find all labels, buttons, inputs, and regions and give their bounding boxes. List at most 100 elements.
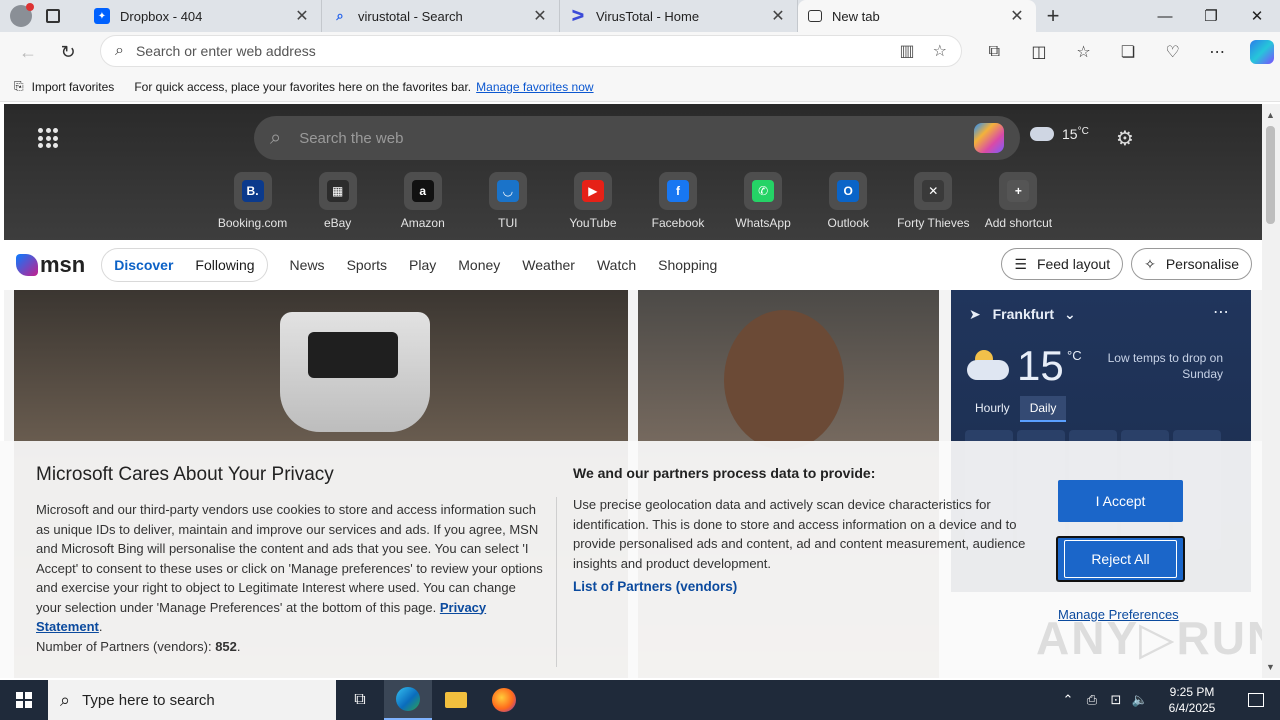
search-icon: ⌕ [115,42,124,59]
shortcut-amazon[interactable]: a Amazon [380,172,465,230]
shortcut-forty-thieves[interactable]: ✕ Forty Thieves [891,172,976,230]
favorites-bar: ⎘ Import favorites For quick access, pla… [0,72,1280,102]
nav-watch[interactable]: Watch [597,257,636,273]
vertical-scrollbar[interactable]: ▲ ▼ [1262,104,1280,678]
chevron-up-icon[interactable]: ⌃ [1056,692,1080,708]
shortcut-outlook[interactable]: O Outlook [806,172,891,230]
tab-actions-icon[interactable] [46,9,60,23]
feed-layout-label: Feed layout [1036,256,1111,272]
hero-section: ⌕ Search the web 15°C ⚙ B. Booking.com ▦ eB… [4,104,1262,240]
task-view-button[interactable]: ⧉ [336,680,384,720]
scrollbar-thumb[interactable] [1266,126,1275,224]
refresh-button[interactable]: ↻ [48,32,88,72]
msn-categories: News Sports Play Money Weather Watch Shopping [290,257,718,273]
close-window-button[interactable]: ✕ [1234,0,1280,32]
network-icon[interactable]: ⊡ [1104,692,1128,708]
start-button[interactable] [0,680,48,720]
shortcut-add-shortcut[interactable]: + Add shortcut [976,172,1061,230]
clock[interactable]: 9:25 PM 6/4/2025 [1152,684,1232,716]
volume-icon[interactable]: 🔈 [1128,692,1152,708]
shortcut-tui[interactable]: ◡ TUI [465,172,550,230]
virustotal-icon: ᐳ [571,8,585,25]
close-icon[interactable]: ✕ [769,6,787,26]
address-bar[interactable]: ⌕ Search or enter web address ▥ ☆ [100,35,962,67]
taskbar-file-explorer[interactable] [432,680,480,720]
nav-play[interactable]: Play [409,257,436,273]
scroll-down-icon[interactable]: ▼ [1266,662,1275,672]
profile-avatar[interactable] [10,3,34,27]
clock-date: 6/4/2025 [1168,701,1216,715]
reject-all-button[interactable]: Reject All [1056,536,1185,582]
notifications-button[interactable] [1232,693,1280,707]
minimize-button[interactable]: — [1142,0,1188,32]
tab-virustotal-home[interactable]: ᐳ VirusTotal - Home ✕ [560,0,798,32]
taskbar-edge[interactable] [384,680,432,720]
manage-favorites-link[interactable]: Manage favorites now [476,80,593,94]
shortcut-ebay[interactable]: ▦ eBay [295,172,380,230]
search-icon: ⌕ [336,8,344,23]
manage-preferences-link[interactable]: Manage Preferences [1058,607,1179,622]
scroll-up-icon[interactable]: ▲ [1266,110,1275,120]
taskbar-firefox[interactable] [480,680,528,720]
tab-discover[interactable]: Discover [114,257,173,273]
close-icon[interactable]: ✕ [531,6,549,26]
personalise-button[interactable]: ✧ Personalise [1131,248,1252,280]
extensions-icon[interactable]: ⧉ [972,43,1017,61]
shortcut-tile: ✆ [744,172,783,210]
immersive-reader-icon[interactable]: ▥ [900,41,915,61]
shortcut-icon: ✕ [922,180,945,202]
shortcut-youtube[interactable]: ▶ YouTube [550,172,635,230]
tab-dropbox[interactable]: ✦ Dropbox - 404 ✕ [84,0,322,32]
task-view-icon: ⧉ [354,691,366,708]
privacy-title: Microsoft Cares About Your Privacy [36,464,334,485]
tab-virustotal-search[interactable]: ⌕ virustotal - Search ✕ [322,0,560,32]
msn-nav-bar: msn Discover Following News Sports Play Mon… [4,240,1262,290]
import-favorites-button[interactable]: ⎘ Import favorites [14,79,114,94]
taskbar-search[interactable]: ⌕ Type here to search [48,680,336,720]
close-icon[interactable]: ✕ [1008,6,1026,26]
nav-sports[interactable]: Sports [347,257,387,273]
privacy-text: Microsoft and our third-party vendors us… [36,502,543,615]
shortcut-label: YouTube [569,216,617,230]
import-icon: ⎘ [14,79,24,93]
favorite-star-icon[interactable]: ☆ [933,41,947,61]
more-options-icon[interactable]: ⋯ [1213,302,1229,322]
tab-new-tab[interactable]: New tab ✕ [798,0,1036,32]
tab-daily[interactable]: Daily [1019,396,1067,422]
close-icon[interactable]: ✕ [293,6,311,26]
shortcut-icon: O [837,180,860,202]
collections-icon[interactable]: ❏ [1106,42,1151,62]
copilot-button[interactable] [1240,40,1280,64]
favorites-icon[interactable]: ☆ [1061,42,1106,62]
shortcut-facebook[interactable]: f Facebook [635,172,720,230]
tab-hourly[interactable]: Hourly [965,396,1020,422]
nav-news[interactable]: News [290,257,325,273]
shortcut-booking-com[interactable]: B. Booking.com [210,172,295,230]
apps-launcher-icon[interactable] [38,128,58,148]
partners-label: Number of Partners (vendors): [36,638,216,654]
browser-essentials-icon[interactable]: ♡ [1150,42,1195,62]
weather-location[interactable]: ➤ Frankfurt ⌄ [969,306,1076,323]
accept-button[interactable]: I Accept [1058,480,1183,522]
nav-money[interactable]: Money [458,257,500,273]
nav-shopping[interactable]: Shopping [658,257,717,273]
restore-button[interactable]: ❐ [1188,0,1234,32]
weather-widget[interactable]: 15°C [1027,121,1089,142]
feed-layout-button[interactable]: ☰ Feed layout [1001,248,1124,280]
sliders-icon: ☰ [1014,255,1027,272]
tab-strip: ✦ Dropbox - 404 ✕ ⌕ virustotal - Search … [0,0,1280,32]
nav-weather[interactable]: Weather [522,257,575,273]
shortcut-whatsapp[interactable]: ✆ WhatsApp [721,172,806,230]
new-tab-button[interactable]: + [1036,0,1070,32]
list-of-partners-link[interactable]: List of Partners (vendors) [573,579,1037,594]
back-button[interactable]: ← [8,32,48,72]
web-search-box[interactable]: ⌕ Search the web [254,116,1020,160]
more-menu-icon[interactable]: ⋯ [1195,42,1240,62]
tab-following[interactable]: Following [195,257,254,273]
copilot-icon[interactable] [974,123,1004,153]
settings-gear-icon[interactable]: ⚙ [1116,126,1134,151]
shortcut-label: Facebook [651,216,705,230]
split-screen-icon[interactable]: ◫ [1017,42,1062,62]
msn-logo[interactable]: msn [16,252,85,278]
device-icon[interactable]: ⎙ [1080,692,1104,708]
